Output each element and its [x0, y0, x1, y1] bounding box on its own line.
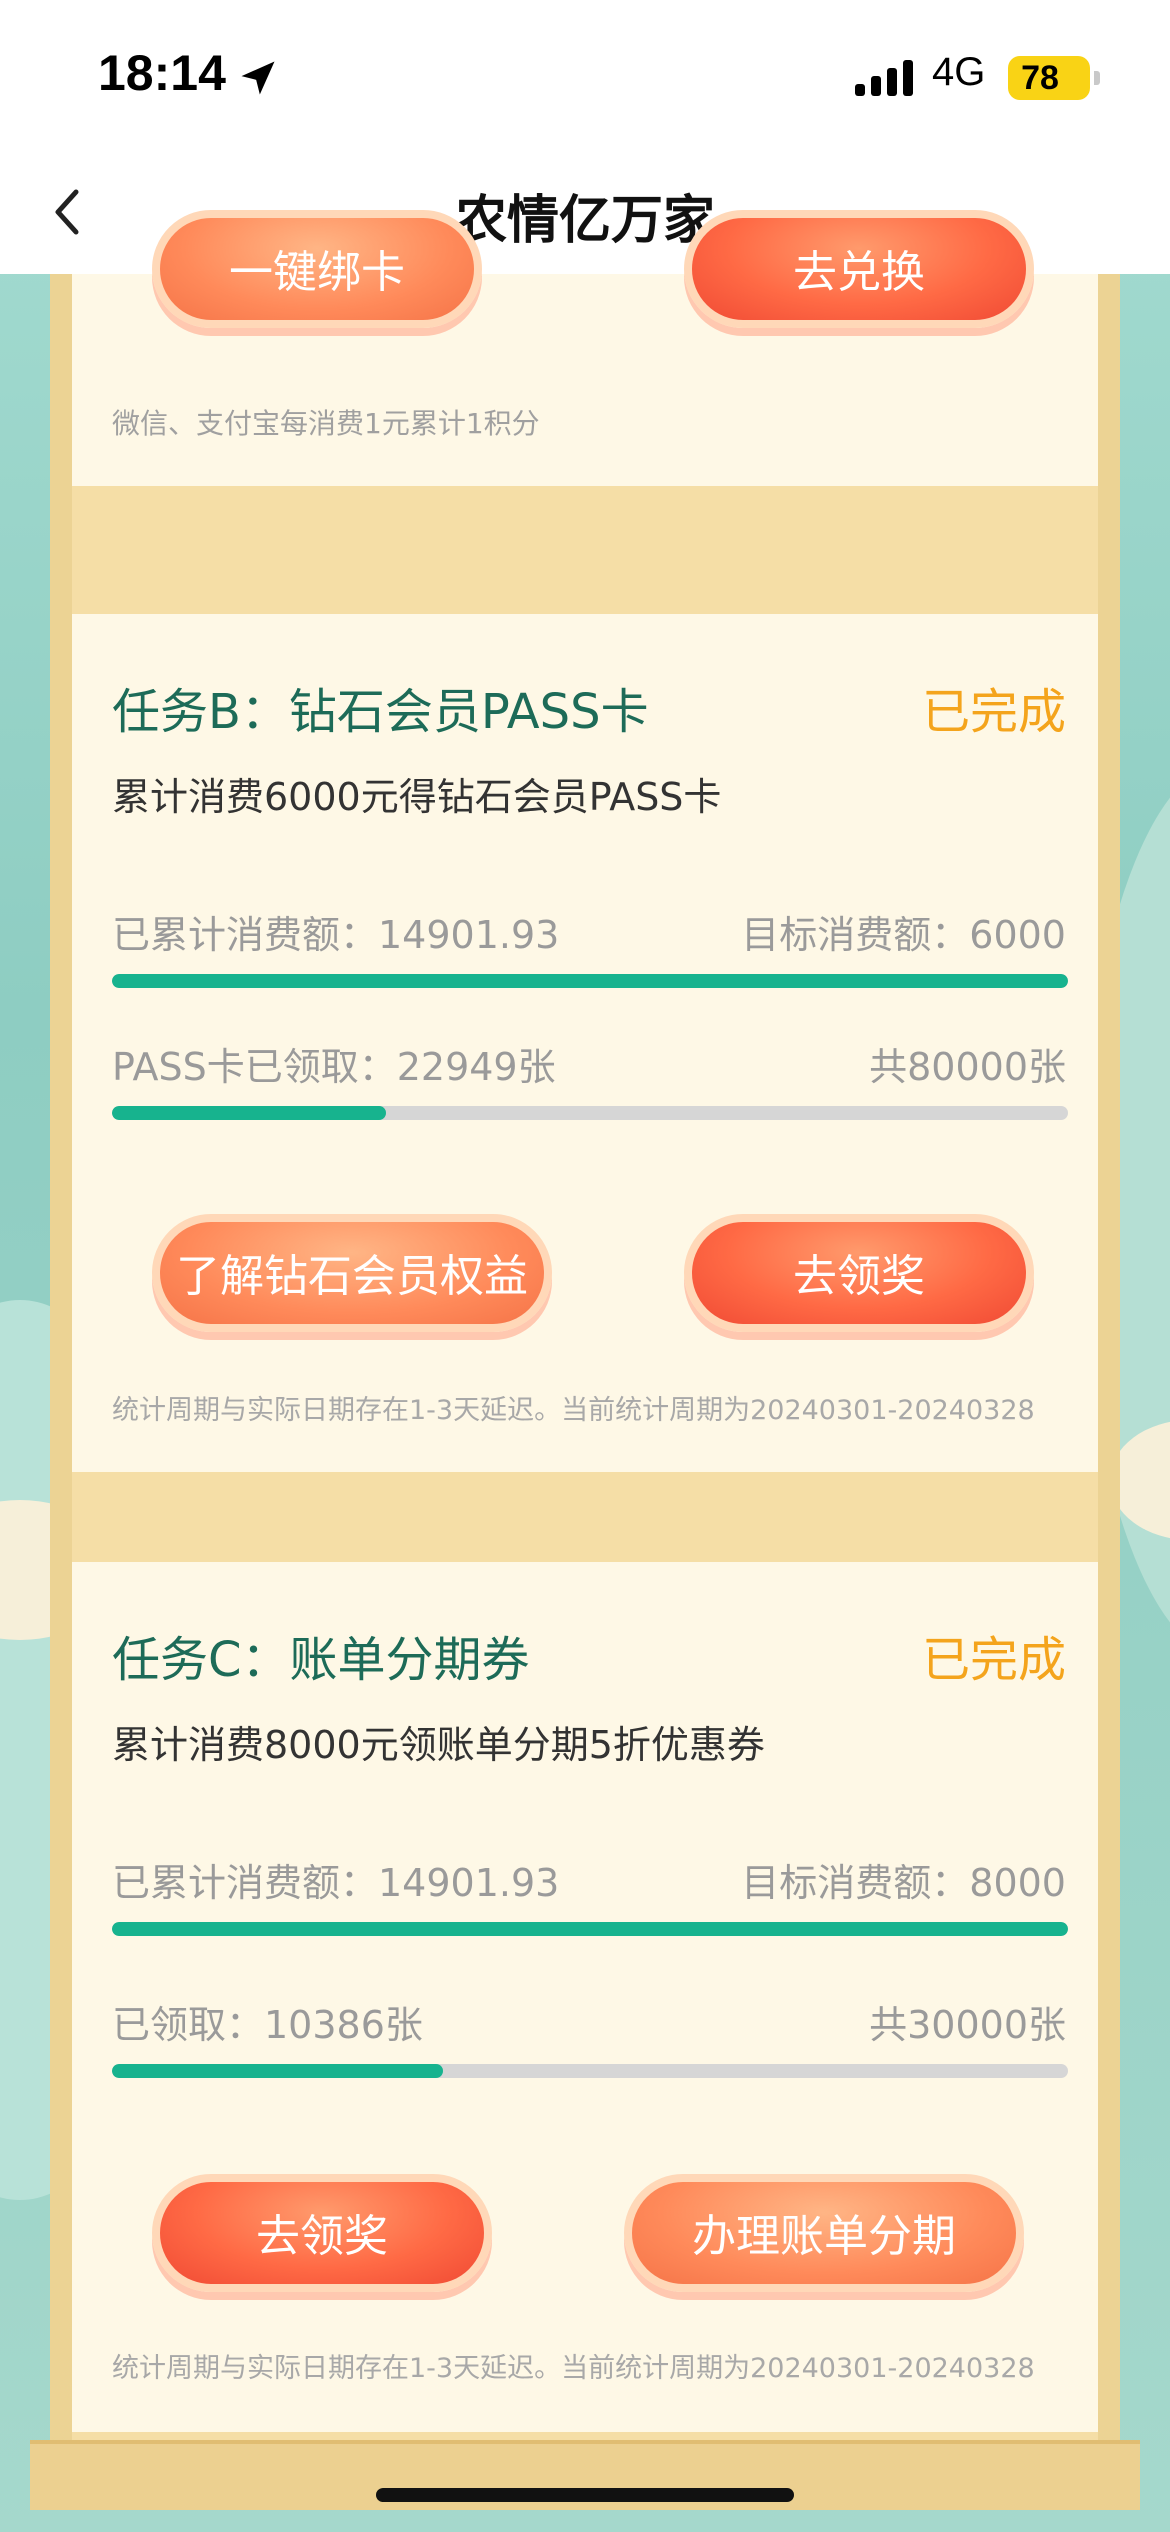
task-c-spent-label: 已累计消费额：14901.93: [112, 1861, 560, 1905]
status-bar: 18:14 4G 78: [0, 0, 1170, 150]
status-time: 18:14: [98, 45, 226, 101]
network-type: 4G: [932, 50, 986, 94]
task-b-claim-button[interactable]: 去领奖: [684, 1214, 1034, 1332]
scroll-edge-right: [1098, 274, 1120, 2444]
task-b-claimed-progress: [112, 1106, 1068, 1120]
task-c-claim-button[interactable]: 去领奖: [152, 2174, 492, 2292]
task-c-title: 任务C：账单分期券: [112, 1632, 530, 1688]
task-c-status-badge: 已完成: [921, 1632, 1066, 1688]
task-b-target-label: 目标消费额：6000: [741, 913, 1066, 957]
task-b-description: 累计消费6000元得钻石会员PASS卡: [112, 775, 722, 819]
location-arrow-icon: [241, 61, 275, 95]
task-c-description: 累计消费8000元领账单分期5折优惠券: [112, 1723, 765, 1767]
task-b-title: 任务B：钻石会员PASS卡: [112, 684, 649, 740]
signal-icon: [855, 60, 913, 96]
task-c-claimed-progress: [112, 2064, 1068, 2078]
task-c-spent-progress-fill: [112, 1922, 1068, 1936]
diamond-benefits-button[interactable]: 了解钻石会员权益: [152, 1214, 552, 1332]
card-task-b: 任务B：钻石会员PASS卡 已完成 累计消费6000元得钻石会员PASS卡 已累…: [72, 614, 1098, 1472]
exchange-button[interactable]: 去兑换: [684, 210, 1034, 328]
task-b-claimed-progress-fill: [112, 1106, 387, 1120]
task-c-total-label: 共30000张: [869, 2003, 1066, 2047]
task-b-spent-progress: [112, 974, 1068, 988]
task-b-period-note: 统计周期与实际日期存在1-3天延迟。当前统计周期为20240301-202403…: [112, 1395, 1035, 1426]
task-c-claimed-progress-fill: [112, 2064, 443, 2078]
task-b-spent-progress-fill: [112, 974, 1068, 988]
points-note: 微信、支付宝每消费1元累计1积分: [112, 407, 540, 440]
card-points: 一键绑卡 去兑换 微信、支付宝每消费1元累计1积分: [72, 210, 1098, 486]
home-indicator[interactable]: [376, 2488, 794, 2502]
card-task-c: 任务C：账单分期券 已完成 累计消费8000元领账单分期5折优惠券 已累计消费额…: [72, 1562, 1098, 2432]
scroll-edge-left: [50, 274, 72, 2444]
battery-level: 78: [1021, 59, 1059, 97]
bind-card-button[interactable]: 一键绑卡: [152, 210, 482, 328]
task-b-spent-label: 已累计消费额：14901.93: [112, 913, 560, 957]
task-b-total-label: 共80000张: [869, 1045, 1066, 1089]
task-b-status-badge: 已完成: [921, 684, 1066, 740]
task-c-target-label: 目标消费额：8000: [741, 1861, 1066, 1905]
task-c-period-note: 统计周期与实际日期存在1-3天延迟。当前统计周期为20240301-202403…: [112, 2353, 1035, 2384]
task-c-spent-progress: [112, 1922, 1068, 1936]
task-c-claimed-label: 已领取：10386张: [112, 2003, 423, 2047]
battery-icon: 78: [1008, 56, 1100, 100]
bill-installment-button[interactable]: 办理账单分期: [624, 2174, 1024, 2292]
task-b-claimed-label: PASS卡已领取：22949张: [112, 1045, 556, 1089]
